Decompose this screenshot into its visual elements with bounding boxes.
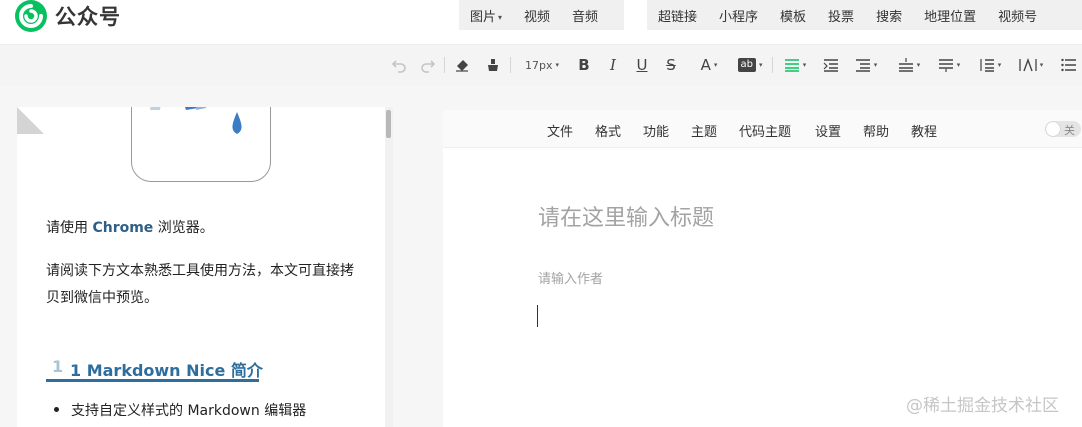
line-height-button[interactable]: ▾ bbox=[974, 53, 1006, 77]
toolbar-divider bbox=[444, 57, 445, 73]
intro-suffix: 浏览器。 bbox=[153, 220, 214, 236]
preview-scrollbar-thumb[interactable] bbox=[386, 110, 391, 138]
more-format-button[interactable] bbox=[1058, 53, 1080, 77]
insert-template-button[interactable]: 模板 bbox=[769, 6, 817, 25]
intro-paragraph: 请使用 Chrome 浏览器。 bbox=[46, 217, 214, 237]
align-justify-icon bbox=[784, 59, 799, 72]
insert-hyperlink-button[interactable]: 超链接 bbox=[647, 6, 708, 25]
heading-number: 1 bbox=[52, 357, 64, 376]
chevron-down-icon: ▾ bbox=[873, 61, 878, 69]
insert-channels-button[interactable]: 视频号 bbox=[987, 6, 1048, 25]
toolbar-divider bbox=[772, 57, 773, 73]
strikethrough-button[interactable]: S bbox=[662, 53, 680, 77]
bold-button[interactable]: B bbox=[575, 53, 593, 77]
section-heading: 1 1 Markdown Nice 简介 bbox=[46, 354, 263, 382]
underline-button[interactable]: U bbox=[633, 53, 651, 77]
text-cursor bbox=[537, 305, 538, 327]
watermark: @稀土掘金技术社区 bbox=[906, 396, 1059, 416]
letter-spacing-button[interactable]: ▾ bbox=[1016, 53, 1046, 77]
redo-icon bbox=[421, 60, 436, 73]
insert-image-label: 图片 bbox=[470, 9, 497, 25]
list-item-text: 支持自定义样式的 Markdown 编辑器 bbox=[71, 403, 307, 419]
font-color-button[interactable]: A ▾ bbox=[694, 53, 724, 77]
author-input[interactable]: 请输入作者 bbox=[538, 268, 603, 287]
chevron-down-icon: ▾ bbox=[1039, 61, 1044, 69]
menu-function[interactable]: 功能 bbox=[643, 121, 669, 140]
chevron-down-icon: ▾ bbox=[997, 61, 1002, 69]
title-input[interactable]: 请在这里输入标题 bbox=[538, 200, 714, 232]
intro-prefix: 请使用 bbox=[46, 220, 93, 236]
format-brush-button[interactable] bbox=[452, 53, 472, 77]
paragraph-spacing-after-button[interactable]: ▾ bbox=[934, 53, 964, 77]
content-insert-group: 超链接 小程序 模板 投票 搜索 地理位置 视频号 bbox=[647, 0, 1082, 30]
first-line-indent-button[interactable]: ▾ bbox=[851, 53, 881, 77]
menu-help[interactable]: 帮助 bbox=[863, 121, 889, 140]
background-color-button[interactable]: ab ▾ bbox=[734, 53, 766, 77]
insert-image-menu[interactable]: 图片 ▾ bbox=[459, 6, 513, 25]
menu-code-theme[interactable]: 代码主题 bbox=[739, 121, 791, 140]
chevron-down-icon: ▾ bbox=[956, 61, 961, 69]
menu-format[interactable]: 格式 bbox=[595, 121, 621, 140]
brand[interactable]: 公众号 bbox=[14, 0, 121, 32]
indent-button[interactable] bbox=[822, 53, 840, 77]
editor-menu-bar: 文件 格式 功能 主题 代码主题 设置 帮助 教程 关 bbox=[443, 110, 1082, 148]
paragraph-spacing-before-button[interactable]: ▾ bbox=[894, 53, 924, 77]
chrome-label: Chrome bbox=[92, 220, 154, 236]
brush-icon bbox=[488, 59, 498, 71]
markdown-nice-logo-icon bbox=[150, 107, 242, 134]
font-color-icon: A bbox=[700, 56, 711, 74]
top-header: 公众号 图片 ▾ 视频 音频 超链接 小程序 模板 投票 搜索 地理位置 视频号 bbox=[0, 0, 1082, 44]
format-toolbar: 17px ▾ B I U S A ▾ ab ▾ ▾ ▾ ▾ ▾ ▾ ▾ bbox=[0, 44, 1082, 85]
undo-button[interactable] bbox=[389, 53, 409, 77]
letter-spacing-icon bbox=[1019, 58, 1037, 72]
brand-title: 公众号 bbox=[55, 5, 121, 29]
redo-button[interactable] bbox=[418, 53, 438, 77]
read-note-paragraph: 请阅读下方文本熟悉工具使用方法，本文可直接拷贝到微信中预览。 bbox=[46, 263, 354, 306]
highlight-icon: ab bbox=[737, 58, 756, 72]
chevron-down-icon: ▾ bbox=[713, 61, 718, 69]
undo-icon bbox=[391, 60, 406, 73]
chevron-down-icon: ▾ bbox=[758, 61, 763, 69]
media-insert-group: 图片 ▾ 视频 音频 bbox=[459, 0, 624, 30]
eraser-icon bbox=[456, 60, 468, 72]
list-item: 支持自定义样式的 Markdown 编辑器 bbox=[54, 400, 306, 420]
menu-file[interactable]: 文件 bbox=[547, 121, 573, 140]
paragraph-indent-icon bbox=[855, 59, 870, 72]
font-size-select[interactable]: 17px ▾ bbox=[520, 53, 564, 77]
menu-settings[interactable]: 设置 bbox=[815, 121, 841, 140]
menu-theme[interactable]: 主题 bbox=[691, 121, 717, 140]
insert-vote-button[interactable]: 投票 bbox=[817, 6, 865, 25]
preview-panel[interactable]: 请使用 Chrome 浏览器。 请阅读下方文本熟悉工具使用方法，本文可直接拷贝到… bbox=[17, 107, 385, 427]
list-icon bbox=[1061, 58, 1076, 72]
toggle-label: 关 bbox=[1064, 124, 1075, 137]
heading-text: 1 Markdown Nice 简介 bbox=[70, 361, 263, 380]
italic-button[interactable]: I bbox=[604, 53, 622, 77]
insert-video-button[interactable]: 视频 bbox=[513, 6, 561, 25]
insert-search-button[interactable]: 搜索 bbox=[865, 6, 913, 25]
insert-location-button[interactable]: 地理位置 bbox=[913, 6, 987, 25]
sync-toggle[interactable]: 关 bbox=[1045, 121, 1081, 137]
chevron-down-icon: ▾ bbox=[916, 61, 921, 69]
panel-corner-fold bbox=[17, 107, 44, 134]
wechat-mp-logo-icon bbox=[15, 0, 47, 32]
chevron-down-icon: ▾ bbox=[498, 12, 503, 22]
spacing-after-icon bbox=[938, 59, 953, 72]
markdown-nice-logo bbox=[131, 107, 271, 182]
line-height-icon bbox=[980, 59, 994, 72]
chevron-down-icon: ▾ bbox=[555, 61, 559, 69]
insert-audio-button[interactable]: 音频 bbox=[561, 6, 609, 25]
insert-miniprogram-button[interactable]: 小程序 bbox=[708, 6, 769, 25]
indent-icon bbox=[823, 59, 838, 72]
preview-scrollbar[interactable] bbox=[385, 107, 393, 427]
article-editor: 文件 格式 功能 主题 代码主题 设置 帮助 教程 关 请在这里输入标题 请输入… bbox=[443, 110, 1082, 427]
toolbar-divider bbox=[510, 57, 511, 73]
chevron-down-icon: ▾ bbox=[802, 61, 807, 69]
font-size-value: 17px bbox=[524, 58, 553, 72]
toggle-knob bbox=[1046, 122, 1060, 136]
spacing-before-icon bbox=[898, 58, 913, 72]
clear-format-button[interactable] bbox=[483, 53, 503, 77]
menu-tutorial[interactable]: 教程 bbox=[911, 121, 937, 140]
align-button[interactable]: ▾ bbox=[781, 53, 809, 77]
